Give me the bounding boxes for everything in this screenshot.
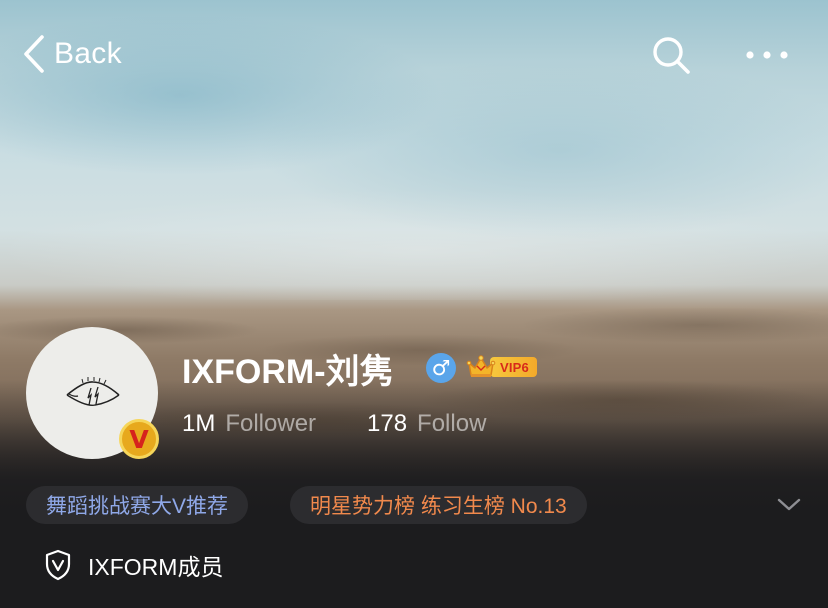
tag-dance-challenge[interactable]: 舞蹈挑战赛大V推荐 — [26, 486, 249, 524]
verified-badge-letter: V — [129, 424, 149, 454]
more-icon[interactable] — [742, 38, 792, 72]
followers-label: Follower — [225, 410, 317, 437]
following-count: 178 — [367, 410, 408, 437]
followers-stat[interactable]: 1M Follower — [182, 410, 316, 438]
crown-icon — [466, 355, 496, 377]
member-row[interactable]: IXFORM成员 — [44, 548, 223, 582]
member-label: IXFORM成员 — [88, 554, 224, 580]
back-button[interactable]: Back — [22, 34, 122, 74]
verified-badge: V — [119, 419, 159, 459]
cover-sky — [0, 0, 828, 300]
eye-drawing — [66, 377, 120, 406]
search-icon[interactable] — [650, 34, 692, 76]
male-gender-icon: ♂ — [426, 353, 456, 383]
vip-badge[interactable]: VIP6 — [466, 355, 537, 379]
back-label: Back — [54, 37, 122, 70]
tag-star-ranking[interactable]: 明星势力榜 练习生榜 No.13 — [290, 486, 587, 524]
chevron-left-icon — [22, 34, 46, 74]
followers-count: 1M — [182, 410, 216, 437]
chevron-down-icon[interactable] — [776, 494, 802, 516]
vip-level: VIP6 — [490, 357, 537, 377]
shield-v-icon — [45, 549, 71, 581]
profile-name: IXFORM-刘隽 — [182, 353, 394, 391]
following-label: Follow — [417, 410, 487, 437]
following-stat[interactable]: 178 Follow — [367, 410, 486, 438]
